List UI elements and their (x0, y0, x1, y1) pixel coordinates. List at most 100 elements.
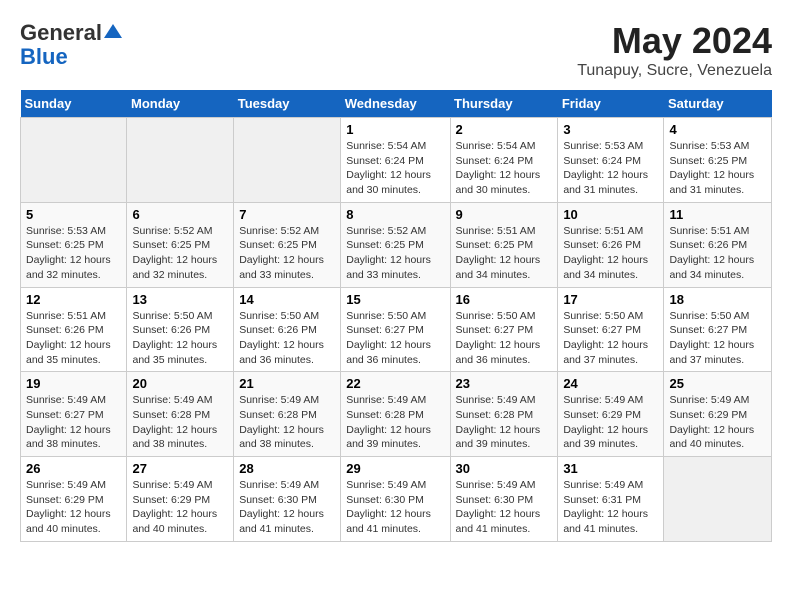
day-number: 11 (669, 207, 766, 222)
calendar-cell: 9Sunrise: 5:51 AM Sunset: 6:25 PM Daylig… (450, 202, 558, 287)
header-row: SundayMondayTuesdayWednesdayThursdayFrid… (21, 90, 772, 118)
calendar-cell: 21 Sunrise: 5:49 AM Sunset: 6:28 PM Dayli… (234, 372, 341, 457)
calendar-cell: 28Sunrise: 5:49 AM Sunset: 6:30 PM Dayli… (234, 457, 341, 542)
day-info: Sunrise: 5:52 AM Sunset: 6:25 PM Dayligh… (132, 224, 228, 283)
day-number: 8 (346, 207, 444, 222)
day-number: 17 (563, 292, 658, 307)
day-info: Sunrise: 5:49 AM Sunset: 6:27 PM Dayligh… (26, 393, 121, 452)
day-info: Sunrise: 5:51 AM Sunset: 6:26 PM Dayligh… (669, 224, 766, 283)
day-header-monday: Monday (127, 90, 234, 118)
calendar-cell: 26 Sunrise: 5:49 AM Sunset: 6:29 PM Dayli… (21, 457, 127, 542)
calendar-cell: 4Sunrise: 5:53 AM Sunset: 6:25 PM Daylig… (664, 118, 772, 203)
page-header: General Blue May 2024 Tunapuy, Sucre, Ve… (20, 20, 772, 80)
day-number: 19 (26, 376, 121, 391)
day-info: Sunrise: 5:50 AM Sunset: 6:27 PM Dayligh… (456, 309, 553, 368)
day-number: 10 (563, 207, 658, 222)
week-row-4: 19 Sunrise: 5:49 AM Sunset: 6:27 PM Dayli… (21, 372, 772, 457)
calendar-cell: 6 Sunrise: 5:52 AM Sunset: 6:25 PM Daylig… (127, 202, 234, 287)
day-info: Sunrise: 5:50 AM Sunset: 6:27 PM Dayligh… (346, 309, 444, 368)
page-title: May 2024 (577, 20, 772, 62)
calendar-cell: 19 Sunrise: 5:49 AM Sunset: 6:27 PM Dayli… (21, 372, 127, 457)
calendar-cell: 10 Sunrise: 5:51 AM Sunset: 6:26 PM Dayli… (558, 202, 664, 287)
day-info: Sunrise: 5:54 AM Sunset: 6:24 PM Dayligh… (346, 139, 444, 198)
calendar-cell: 29Sunrise: 5:49 AM Sunset: 6:30 PM Dayli… (341, 457, 450, 542)
day-header-tuesday: Tuesday (234, 90, 341, 118)
day-info: Sunrise: 5:49 AM Sunset: 6:29 PM Dayligh… (563, 393, 658, 452)
day-header-sunday: Sunday (21, 90, 127, 118)
day-info: Sunrise: 5:49 AM Sunset: 6:30 PM Dayligh… (346, 478, 444, 537)
day-info: Sunrise: 5:50 AM Sunset: 6:27 PM Dayligh… (669, 309, 766, 368)
calendar-cell: 1Sunrise: 5:54 AM Sunset: 6:24 PM Daylig… (341, 118, 450, 203)
day-info: Sunrise: 5:54 AM Sunset: 6:24 PM Dayligh… (456, 139, 553, 198)
day-header-saturday: Saturday (664, 90, 772, 118)
calendar-cell: 11 Sunrise: 5:51 AM Sunset: 6:26 PM Dayli… (664, 202, 772, 287)
calendar-cell (234, 118, 341, 203)
calendar-cell: 7 Sunrise: 5:52 AM Sunset: 6:25 PM Daylig… (234, 202, 341, 287)
calendar-cell (21, 118, 127, 203)
day-info: Sunrise: 5:49 AM Sunset: 6:28 PM Dayligh… (132, 393, 228, 452)
day-number: 31 (563, 461, 658, 476)
day-info: Sunrise: 5:49 AM Sunset: 6:28 PM Dayligh… (456, 393, 553, 452)
logo-triangle-icon (104, 22, 122, 40)
logo-blue: Blue (20, 44, 68, 69)
day-info: Sunrise: 5:53 AM Sunset: 6:25 PM Dayligh… (669, 139, 766, 198)
day-number: 2 (456, 122, 553, 137)
day-number: 20 (132, 376, 228, 391)
day-number: 16 (456, 292, 553, 307)
week-row-2: 5 Sunrise: 5:53 AM Sunset: 6:25 PM Daylig… (21, 202, 772, 287)
day-info: Sunrise: 5:53 AM Sunset: 6:24 PM Dayligh… (563, 139, 658, 198)
day-number: 22 (346, 376, 444, 391)
day-info: Sunrise: 5:52 AM Sunset: 6:25 PM Dayligh… (239, 224, 335, 283)
week-row-3: 12Sunrise: 5:51 AM Sunset: 6:26 PM Dayli… (21, 287, 772, 372)
day-info: Sunrise: 5:51 AM Sunset: 6:25 PM Dayligh… (456, 224, 553, 283)
day-info: Sunrise: 5:49 AM Sunset: 6:31 PM Dayligh… (563, 478, 658, 537)
calendar-cell: 23Sunrise: 5:49 AM Sunset: 6:28 PM Dayli… (450, 372, 558, 457)
day-number: 15 (346, 292, 444, 307)
day-number: 6 (132, 207, 228, 222)
calendar-cell (664, 457, 772, 542)
calendar-cell: 30 Sunrise: 5:49 AM Sunset: 6:30 PM Dayli… (450, 457, 558, 542)
day-info: Sunrise: 5:49 AM Sunset: 6:30 PM Dayligh… (239, 478, 335, 537)
day-header-thursday: Thursday (450, 90, 558, 118)
calendar-cell: 17Sunrise: 5:50 AM Sunset: 6:27 PM Dayli… (558, 287, 664, 372)
week-row-5: 26 Sunrise: 5:49 AM Sunset: 6:29 PM Dayli… (21, 457, 772, 542)
day-info: Sunrise: 5:49 AM Sunset: 6:29 PM Dayligh… (26, 478, 121, 537)
day-number: 12 (26, 292, 121, 307)
title-area: May 2024 Tunapuy, Sucre, Venezuela (577, 20, 772, 80)
day-number: 30 (456, 461, 553, 476)
calendar-cell: 24 Sunrise: 5:49 AM Sunset: 6:29 PM Dayli… (558, 372, 664, 457)
calendar-cell: 2 Sunrise: 5:54 AM Sunset: 6:24 PM Daylig… (450, 118, 558, 203)
day-header-wednesday: Wednesday (341, 90, 450, 118)
calendar-cell: 31 Sunrise: 5:49 AM Sunset: 6:31 PM Dayli… (558, 457, 664, 542)
day-header-friday: Friday (558, 90, 664, 118)
day-number: 7 (239, 207, 335, 222)
calendar-cell: 27 Sunrise: 5:49 AM Sunset: 6:29 PM Dayli… (127, 457, 234, 542)
day-number: 5 (26, 207, 121, 222)
day-info: Sunrise: 5:49 AM Sunset: 6:28 PM Dayligh… (346, 393, 444, 452)
day-number: 27 (132, 461, 228, 476)
day-number: 26 (26, 461, 121, 476)
calendar-cell: 25Sunrise: 5:49 AM Sunset: 6:29 PM Dayli… (664, 372, 772, 457)
day-number: 21 (239, 376, 335, 391)
page-subtitle: Tunapuy, Sucre, Venezuela (577, 62, 772, 80)
day-info: Sunrise: 5:49 AM Sunset: 6:29 PM Dayligh… (132, 478, 228, 537)
day-number: 14 (239, 292, 335, 307)
day-info: Sunrise: 5:50 AM Sunset: 6:26 PM Dayligh… (132, 309, 228, 368)
day-number: 13 (132, 292, 228, 307)
calendar-cell: 12Sunrise: 5:51 AM Sunset: 6:26 PM Dayli… (21, 287, 127, 372)
week-row-1: 1Sunrise: 5:54 AM Sunset: 6:24 PM Daylig… (21, 118, 772, 203)
day-number: 3 (563, 122, 658, 137)
logo: General Blue (20, 20, 122, 70)
day-info: Sunrise: 5:49 AM Sunset: 6:29 PM Dayligh… (669, 393, 766, 452)
day-info: Sunrise: 5:52 AM Sunset: 6:25 PM Dayligh… (346, 224, 444, 283)
calendar-cell: 5 Sunrise: 5:53 AM Sunset: 6:25 PM Daylig… (21, 202, 127, 287)
day-info: Sunrise: 5:51 AM Sunset: 6:26 PM Dayligh… (563, 224, 658, 283)
day-info: Sunrise: 5:49 AM Sunset: 6:28 PM Dayligh… (239, 393, 335, 452)
calendar-cell: 15 Sunrise: 5:50 AM Sunset: 6:27 PM Dayli… (341, 287, 450, 372)
calendar-cell: 20 Sunrise: 5:49 AM Sunset: 6:28 PM Dayli… (127, 372, 234, 457)
day-number: 24 (563, 376, 658, 391)
calendar-cell: 16 Sunrise: 5:50 AM Sunset: 6:27 PM Dayli… (450, 287, 558, 372)
day-info: Sunrise: 5:53 AM Sunset: 6:25 PM Dayligh… (26, 224, 121, 283)
day-info: Sunrise: 5:49 AM Sunset: 6:30 PM Dayligh… (456, 478, 553, 537)
calendar-cell: 3 Sunrise: 5:53 AM Sunset: 6:24 PM Daylig… (558, 118, 664, 203)
